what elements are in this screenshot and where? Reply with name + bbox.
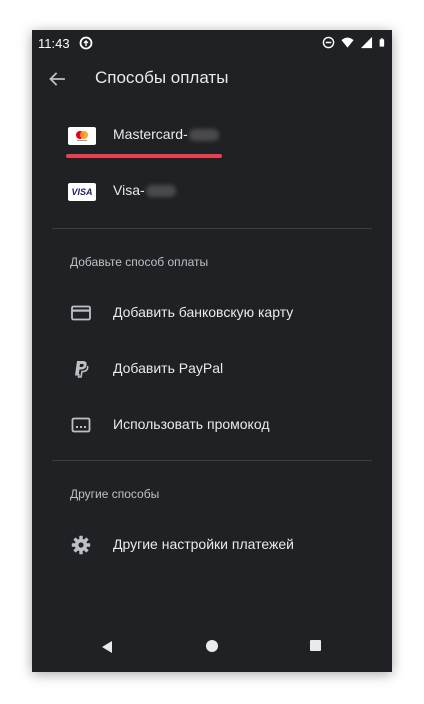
promo-code-icon [71, 417, 91, 433]
use-promo-code-label: Использовать промокод [113, 416, 270, 432]
gear-icon [71, 535, 91, 555]
back-arrow-icon[interactable] [46, 68, 68, 90]
mastercard-icon [68, 127, 96, 145]
add-bank-card-item[interactable]: Добавить банковскую карту [32, 286, 392, 342]
nav-recents-icon[interactable] [310, 640, 321, 651]
payment-method-label: Visa- [113, 182, 176, 198]
do-not-disturb-icon [322, 36, 335, 49]
use-promo-code-item[interactable]: Использовать промокод [32, 398, 392, 454]
cellular-signal-icon [360, 36, 373, 49]
status-time: 11:43 [38, 36, 70, 51]
add-bank-card-label: Добавить банковскую карту [113, 304, 294, 320]
payment-method-label: Mastercard- [113, 126, 219, 142]
add-paypal-label: Добавить PayPal [113, 360, 224, 376]
status-icons [322, 36, 388, 49]
data-saver-icon [79, 36, 93, 50]
redacted-digits [188, 129, 219, 142]
add-paypal-item[interactable]: Добавить PayPal [32, 342, 392, 398]
battery-icon [379, 38, 385, 47]
divider [52, 460, 372, 461]
payment-method-visa[interactable]: VISA Visa- [32, 164, 392, 220]
other-payment-settings-item[interactable]: Другие настройки платежей [32, 518, 392, 574]
visa-card-icon: VISA [68, 183, 96, 201]
divider [52, 228, 372, 229]
credit-card-icon [71, 305, 91, 321]
highlight-underline [66, 154, 222, 158]
system-navigation-bar [32, 624, 392, 672]
app-bar: Способы оплаты [32, 56, 392, 106]
section-header-other: Другие способы [70, 487, 160, 501]
paypal-icon [75, 361, 89, 378]
wifi-icon [341, 37, 354, 48]
nav-back-icon[interactable] [100, 640, 114, 654]
phone-screen: 11:43 Способы оплаты Mastercard- VISA Vi… [32, 30, 392, 672]
status-bar: 11:43 [32, 30, 392, 56]
redacted-digits [145, 185, 176, 198]
page-title: Способы оплаты [95, 68, 229, 87]
section-header-add: Добавьте способ оплаты [70, 255, 209, 269]
other-payment-settings-label: Другие настройки платежей [113, 536, 294, 552]
nav-home-icon[interactable] [206, 640, 218, 652]
